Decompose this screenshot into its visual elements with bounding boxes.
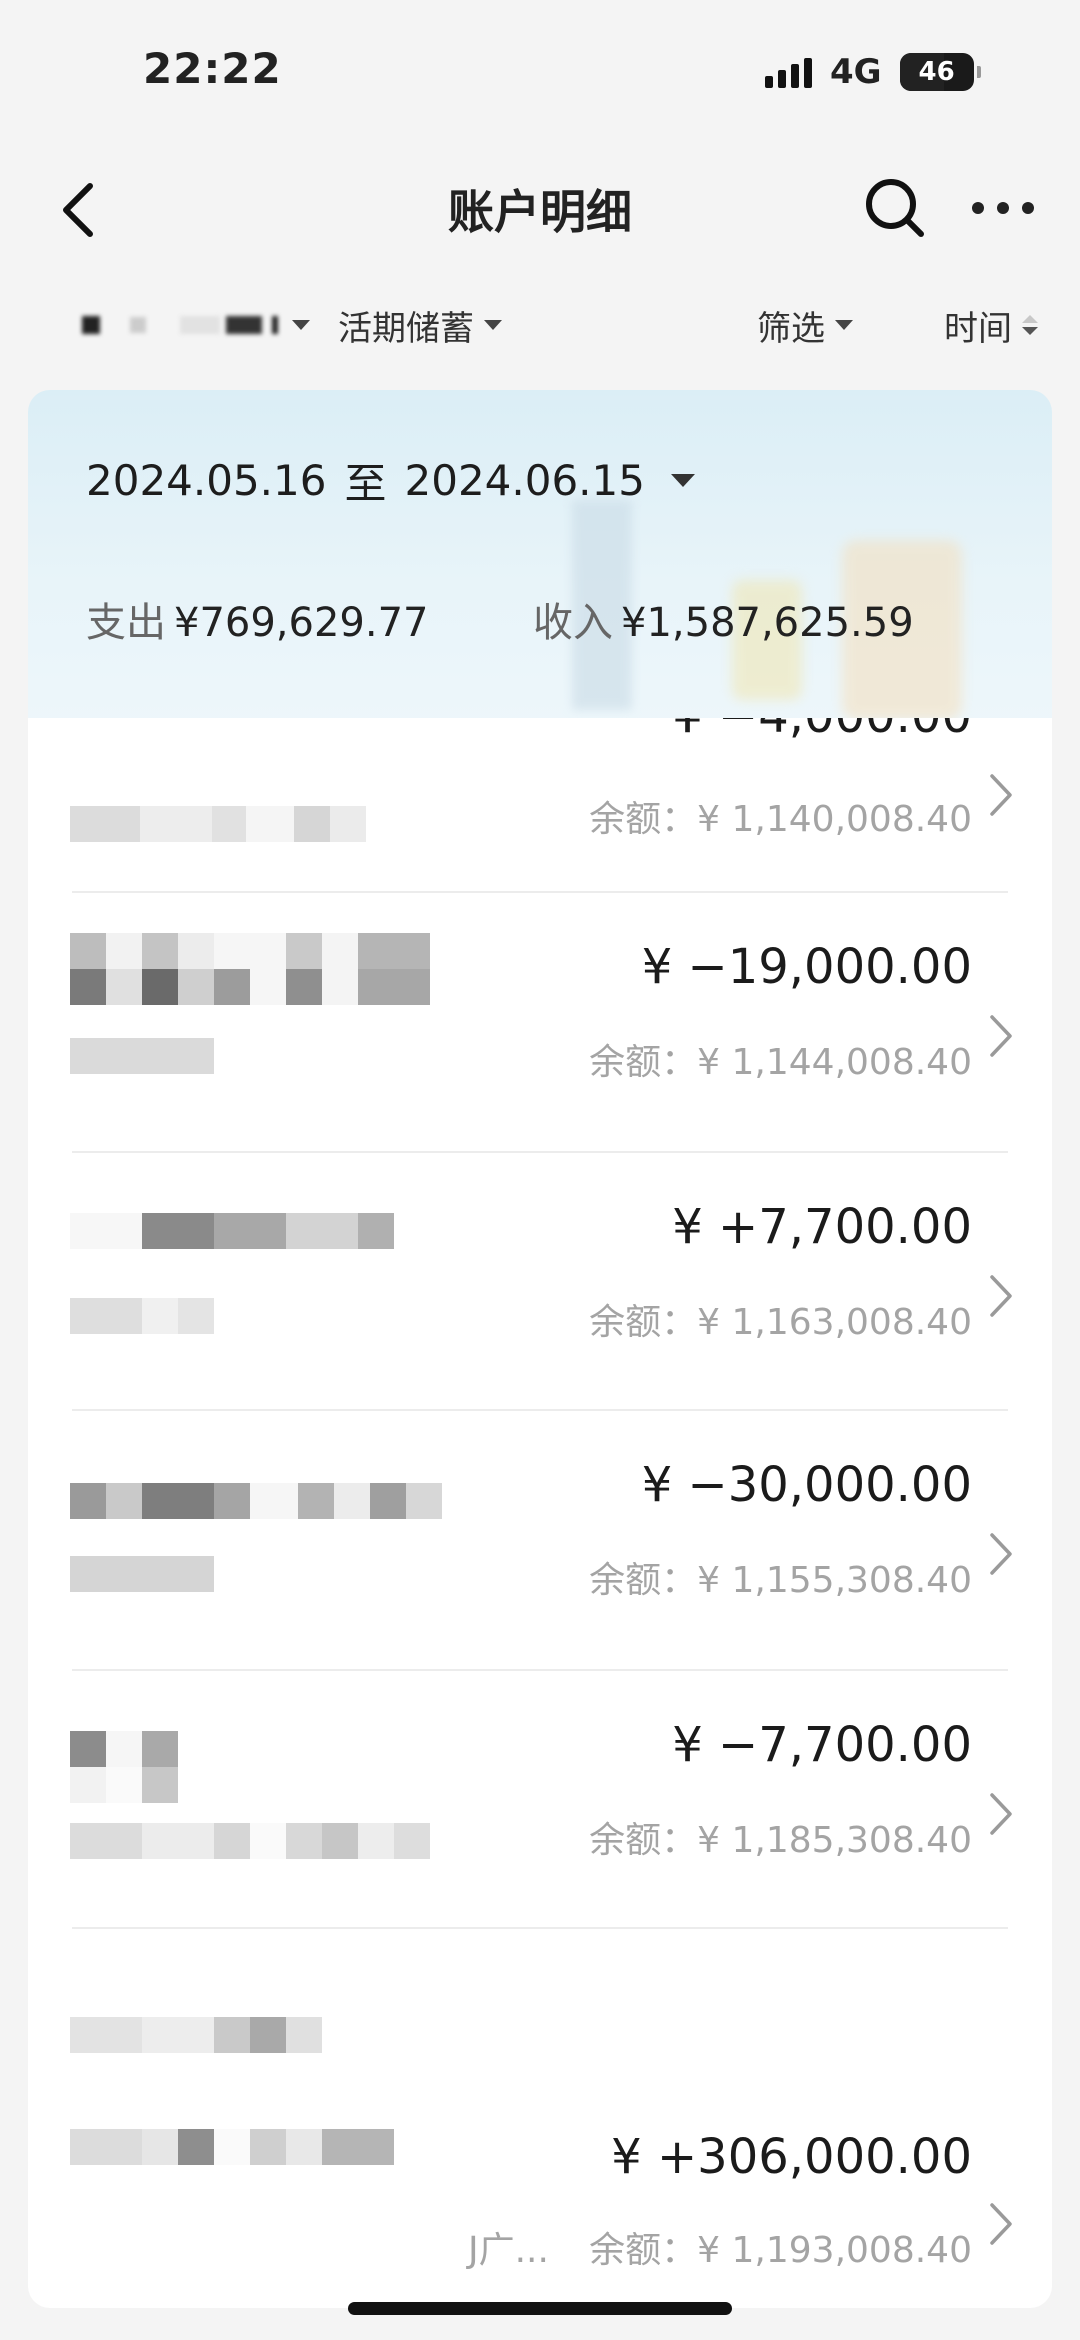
transaction-description: J广... <box>468 2230 549 2271</box>
battery-icon: 46 <box>899 53 981 91</box>
expense-label: 支出 <box>86 600 166 646</box>
redacted-description <box>70 1298 214 1334</box>
network-type: 4G <box>830 52 882 92</box>
more-horizontal-icon <box>972 202 1034 214</box>
caret-down-icon <box>484 320 502 330</box>
redacted-description <box>70 1038 214 1074</box>
chevron-right-icon <box>990 1015 1012 1057</box>
transaction-list: ¥ −4,000.00 余额：¥ 1,140,008.40 ¥ −19,000.… <box>28 718 1052 2308</box>
transaction-amount: ¥ −4,000.00 <box>672 718 972 744</box>
date-range-end: 2024.06.15 <box>404 456 645 505</box>
transaction-balance: 余额：¥ 1,144,008.40 <box>589 1042 972 1083</box>
transaction-row[interactable]: ¥ −7,700.00 余额：¥ 1,185,308.40 <box>28 1671 1052 1929</box>
date-range-selector[interactable]: 2024.05.16 至 2024.06.15 <box>86 450 695 511</box>
transaction-balance: 余额：¥ 1,185,308.40 <box>589 1820 972 1861</box>
transaction-amount: ¥ −7,700.00 <box>672 1717 972 1773</box>
sort-label: 时间 <box>944 308 1012 349</box>
sort-time-button[interactable]: 时间 <box>944 275 1038 375</box>
home-indicator[interactable] <box>348 2302 732 2315</box>
expense-total: 支出 ¥769,629.77 <box>86 590 428 648</box>
status-time: 22:22 <box>143 44 282 93</box>
signal-icon <box>765 56 812 88</box>
date-range-sep: 至 <box>344 459 387 508</box>
redacted-description <box>70 1556 214 1592</box>
transaction-balance: 余额：¥ 1,155,308.40 <box>589 1560 972 1601</box>
redacted-description <box>70 806 366 842</box>
transaction-row[interactable]: ¥ −19,000.00 余额：¥ 1,144,008.40 <box>28 893 1052 1153</box>
caret-down-icon <box>292 320 310 330</box>
transaction-balance: 余额：¥ 1,193,008.40 <box>589 2230 972 2271</box>
status-bar: 22:22 4G 46 <box>0 0 1080 150</box>
nav-bar: 账户明细 <box>0 150 1080 280</box>
redacted-title <box>70 1213 394 1249</box>
redacted-title <box>70 1731 178 1803</box>
search-button[interactable] <box>858 168 932 248</box>
search-icon <box>866 179 924 237</box>
transaction-amount: ¥ −30,000.00 <box>641 1457 972 1513</box>
chevron-right-icon <box>990 1275 1012 1317</box>
filter-label: 筛选 <box>757 308 825 349</box>
chevron-right-icon <box>990 2203 1012 2245</box>
transaction-amount: ¥ +306,000.00 <box>611 2129 972 2185</box>
chevron-right-icon <box>990 774 1012 816</box>
income-label: 收入 <box>533 600 613 646</box>
date-range-start: 2024.05.16 <box>86 456 327 505</box>
chevron-right-icon <box>990 1793 1012 1835</box>
account-type-dropdown[interactable]: 活期储蓄 <box>338 275 502 375</box>
chevron-right-icon <box>990 1533 1012 1575</box>
battery-level: 46 <box>918 57 955 87</box>
redacted-title <box>70 933 430 1005</box>
transaction-row[interactable]: ¥ +306,000.00 J广... 余额：¥ 1,193,008.40 <box>28 1929 1052 2308</box>
status-indicators: 4G 46 <box>765 50 981 94</box>
income-total: 收入 ¥1,587,625.59 <box>533 590 914 648</box>
filter-dropdown[interactable]: 筛选 <box>757 275 853 375</box>
account-selector[interactable] <box>30 295 320 355</box>
account-type-label: 活期储蓄 <box>338 308 474 349</box>
transaction-amount: ¥ +7,700.00 <box>672 1199 972 1255</box>
redacted-description <box>70 1823 430 1859</box>
transaction-row[interactable]: ¥ −4,000.00 余额：¥ 1,140,008.40 <box>28 718 1052 893</box>
transaction-balance: 余额：¥ 1,163,008.40 <box>589 1302 972 1343</box>
summary-card: 2024.05.16 至 2024.06.15 支出 ¥769,629.77 收入… <box>28 390 1052 745</box>
transaction-row[interactable]: ¥ +7,700.00 余额：¥ 1,163,008.40 <box>28 1153 1052 1411</box>
transaction-balance: 余额：¥ 1,140,008.40 <box>589 799 972 840</box>
transaction-row[interactable]: ¥ −30,000.00 余额：¥ 1,155,308.40 <box>28 1411 1052 1671</box>
redacted-title <box>70 2017 322 2053</box>
redacted-title <box>70 1483 442 1519</box>
sort-icon <box>1022 315 1038 335</box>
income-value: ¥1,587,625.59 <box>621 600 914 646</box>
more-button[interactable] <box>968 168 1038 248</box>
filter-bar: 活期储蓄 筛选 时间 <box>0 275 1080 385</box>
expense-value: ¥769,629.77 <box>174 600 429 646</box>
caret-down-icon <box>670 474 695 487</box>
transaction-amount: ¥ −19,000.00 <box>641 939 972 995</box>
redacted-subtitle <box>70 2129 394 2165</box>
caret-down-icon <box>835 320 853 330</box>
